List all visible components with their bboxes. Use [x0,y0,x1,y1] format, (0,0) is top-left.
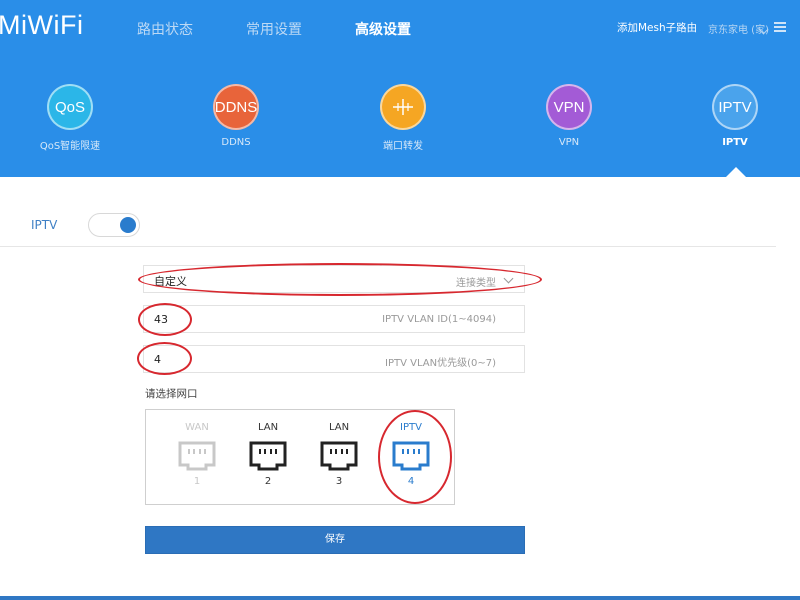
top-bar: MiWiFi 路由状态 常用设置 高级设置 添加Mesh子路由 京东家电 (家) [0,0,800,58]
port-lan-3[interactable]: LAN 3 [314,422,364,487]
port-lan-2[interactable]: LAN 2 [243,422,293,487]
ddns-icon: DDNS [213,84,259,130]
vlan-priority-hint: IPTV VLAN优先级(0~7) [385,358,496,369]
feature-vpn[interactable]: VPN VPN [514,84,624,148]
port-forwarding-icon [380,84,426,130]
port-name: WAN [185,422,209,433]
save-button[interactable]: 保存 [145,526,525,554]
vlan-id-field[interactable]: 43 IPTV VLAN ID(1~4094) [143,305,525,333]
port-name: LAN [257,422,279,433]
vlan-priority-field[interactable]: 4 IPTV VLAN优先级(0~7) [143,345,525,373]
divider [0,246,776,247]
feature-iptv[interactable]: IPTV IPTV [680,84,790,148]
port-number: 1 [193,476,201,487]
qos-icon: QoS [47,84,93,130]
iptv-icon: IPTV [712,84,758,130]
annotation-ellipse [138,263,542,296]
feature-label: QoS智能限速 [39,141,101,152]
port-wan[interactable]: WAN 1 [172,422,222,487]
iptv-toggle[interactable] [88,213,140,237]
feature-label: DDNS [221,137,251,148]
feature-port-forwarding[interactable]: 端口转发 [348,84,458,152]
active-tab-pointer [726,167,746,177]
add-mesh-link[interactable]: 添加Mesh子路由 [617,20,697,35]
menu-icon[interactable] [774,22,786,32]
port-name: LAN [328,422,350,433]
port-select-title: 请选择网口 [145,388,198,400]
ethernet-port-icon [249,441,287,471]
nav-router-status[interactable]: 路由状态 [137,19,193,39]
nav-common-settings[interactable]: 常用设置 [246,19,302,39]
nav-advanced-settings[interactable]: 高级设置 [355,19,411,39]
feature-qos[interactable]: QoS QoS智能限速 [15,84,125,152]
port-number: 3 [335,476,343,487]
logo: MiWiFi [0,10,84,40]
vpn-icon: VPN [546,84,592,130]
header: MiWiFi 路由状态 常用设置 高级设置 添加Mesh子路由 京东家电 (家)… [0,0,800,177]
feature-label: VPN [558,137,580,148]
feature-label: 端口转发 [383,141,423,152]
port-number: 2 [264,476,272,487]
toggle-knob [120,217,136,233]
annotation-ellipse [138,303,192,336]
feature-label: IPTV [722,137,748,148]
ethernet-port-icon [178,441,216,471]
iptv-label: IPTV [31,218,58,232]
annotation-ellipse [378,410,452,504]
feature-ddns[interactable]: DDNS DDNS [181,84,291,148]
bottom-bar [0,596,800,600]
vlan-id-hint: IPTV VLAN ID(1~4094) [382,314,496,325]
annotation-ellipse [137,342,192,375]
ethernet-port-icon [320,441,358,471]
